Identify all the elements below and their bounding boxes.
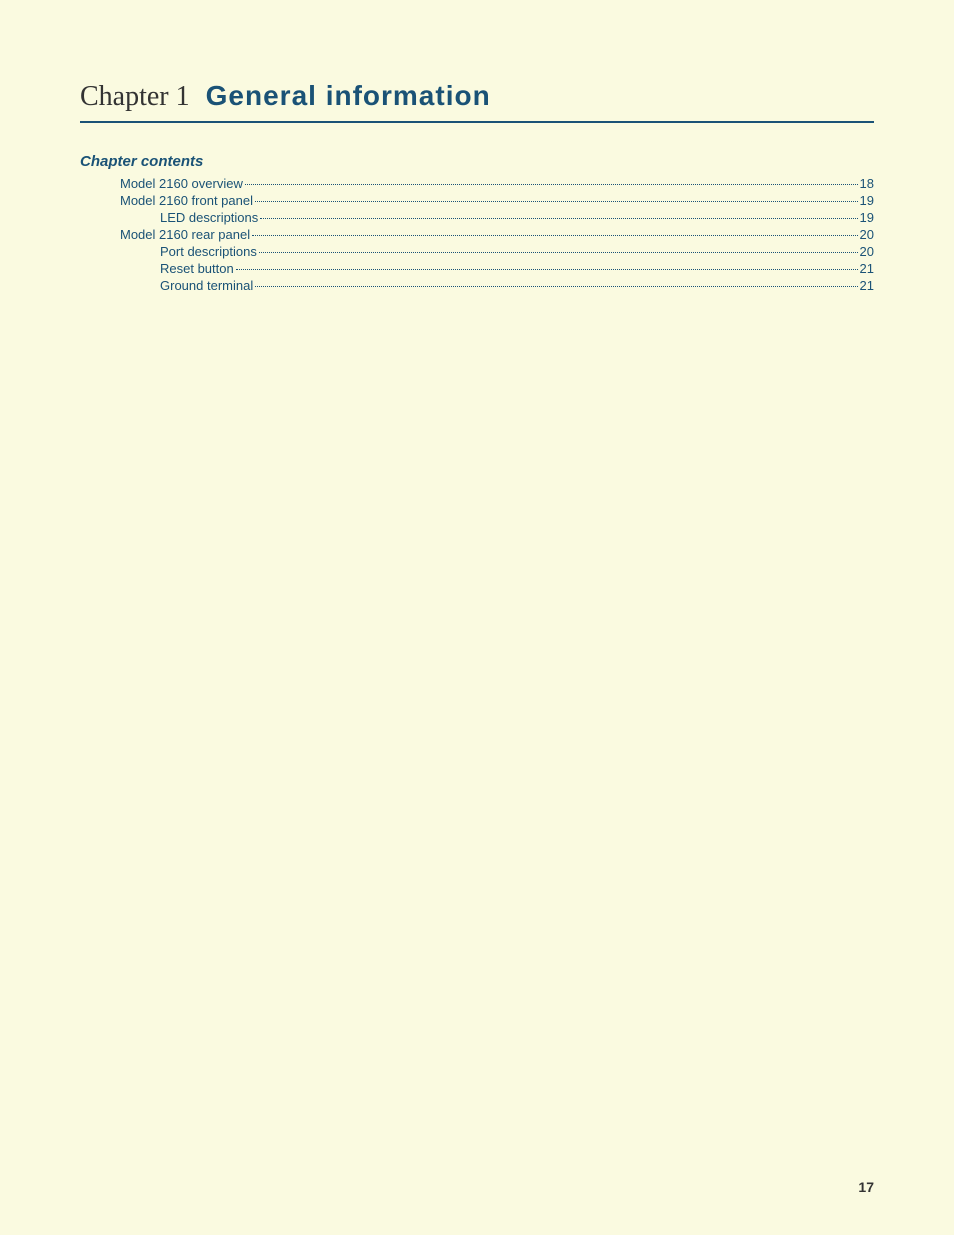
toc-dots bbox=[255, 286, 857, 287]
toc-dots bbox=[236, 269, 858, 270]
toc-link[interactable]: LED descriptions bbox=[160, 210, 258, 225]
chapter-contents-heading: Chapter contents bbox=[80, 153, 874, 170]
toc-page-number: 20 bbox=[860, 244, 874, 259]
toc-link[interactable]: Reset button bbox=[160, 261, 234, 276]
chapter-contents-section: Chapter contents Model 2160 overview18Mo… bbox=[80, 153, 874, 293]
toc-link[interactable]: Ground terminal bbox=[160, 278, 253, 293]
toc-link[interactable]: Model 2160 rear panel bbox=[120, 227, 250, 242]
toc-link[interactable]: Model 2160 front panel bbox=[120, 193, 253, 208]
toc-page-number: 20 bbox=[860, 227, 874, 242]
toc-link[interactable]: Port descriptions bbox=[160, 244, 257, 259]
toc-item[interactable]: Ground terminal 21 bbox=[80, 278, 874, 293]
toc-item[interactable]: Reset button 21 bbox=[80, 261, 874, 276]
toc-page-number: 19 bbox=[860, 210, 874, 225]
toc-page-number: 21 bbox=[860, 278, 874, 293]
toc-page-number: 19 bbox=[860, 193, 874, 208]
page-number: 17 bbox=[858, 1179, 874, 1195]
toc-dots bbox=[245, 184, 858, 185]
toc-dots bbox=[260, 218, 857, 219]
toc-link[interactable]: Model 2160 overview bbox=[120, 176, 243, 191]
toc-page-number: 21 bbox=[860, 261, 874, 276]
chapter-title: General information bbox=[206, 80, 491, 112]
toc-item[interactable]: Port descriptions 20 bbox=[80, 244, 874, 259]
toc-dots bbox=[252, 235, 857, 236]
chapter-header: Chapter 1 General information bbox=[80, 80, 874, 123]
toc-item[interactable]: Model 2160 overview 18 bbox=[80, 176, 874, 191]
toc-item[interactable]: LED descriptions 19 bbox=[80, 210, 874, 225]
toc-item[interactable]: Model 2160 front panel 19 bbox=[80, 193, 874, 208]
toc-dots bbox=[259, 252, 858, 253]
toc-list: Model 2160 overview 18 Model 2160 front pa… bbox=[80, 176, 874, 293]
page-container: Chapter 1 General information Chapter co… bbox=[0, 0, 954, 1235]
toc-item[interactable]: Model 2160 rear panel 20 bbox=[80, 227, 874, 242]
toc-dots bbox=[255, 201, 858, 202]
chapter-label: Chapter 1 bbox=[80, 81, 190, 113]
toc-page-number: 18 bbox=[860, 176, 874, 191]
